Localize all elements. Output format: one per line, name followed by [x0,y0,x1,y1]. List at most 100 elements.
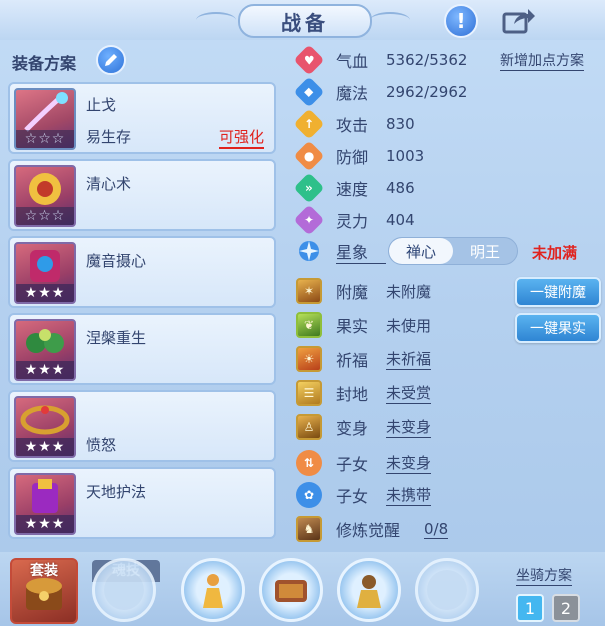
exclamation-icon: ! [456,9,466,33]
stat-name: 速度 [336,180,369,199]
defense-icon: ● [293,140,325,172]
stat-value: 830 [386,115,415,133]
mount-scheme-2-button[interactable]: 2 [552,594,580,622]
awaken-row: ♞ 修炼觉醒 0/8 [296,515,449,543]
title-ornament-right [370,12,410,28]
child-transform-icon: ⇅ [296,450,322,476]
spirit-icon: ✦ [293,204,325,236]
soul-skill-slot-empty-1[interactable] [92,558,156,622]
empty-slot-icon [427,570,467,610]
awaken-label: 修炼觉醒 [336,521,401,540]
attack-icon: ↑ [293,108,325,140]
enchant-icon: ✶ [296,278,322,304]
stat-row-spirit: ✦ 灵力 404 [293,204,415,236]
speed-icon: » [293,172,325,204]
equipment-card-3[interactable]: ★★★ 魔音摄心 [8,236,276,308]
edit-scheme-button[interactable] [96,45,126,75]
buff-row-fief: ☰ 封地 未受赏 [296,379,432,407]
suit-label: 套装 [30,563,58,579]
soul-skill-slot-empty-2[interactable] [415,558,479,622]
buff-row-fruit: ❦ 果实 未使用 [296,311,431,339]
equipment-card-6[interactable]: ★★★ 天地护法 [8,467,276,539]
warrior-figure-icon [357,575,381,608]
one-click-fruit-button[interactable]: 一键果实 [515,313,601,343]
buff-value[interactable]: 未变身 [386,416,432,438]
child-label: 子女 [336,455,369,474]
toggle-option-chanxin[interactable]: 禅心 [389,238,453,264]
mount-scheme-1-button[interactable]: 1 [516,594,544,622]
buff-value: 未使用 [386,316,432,335]
equipment-icon-zhige: ☆☆☆ [14,88,76,150]
monk-figure-icon [203,574,223,608]
soul-skill-slot-scroll[interactable] [259,558,323,622]
title-ornament-left [196,12,236,28]
star-rating: ★★★ [16,438,74,456]
page-title: 战备 [238,4,372,38]
add-points-scheme-link[interactable]: 新增加点方案 [500,50,584,71]
awaken-icon: ♞ [296,516,322,542]
heart-icon: ♥ [293,44,325,76]
upgradeable-tag[interactable]: 可强化 [218,126,264,149]
buff-row-enchant: ✶ 附魔 未附魔 [296,277,431,305]
buff-value[interactable]: 未受赏 [386,382,432,404]
child-value[interactable]: 未携带 [386,484,432,506]
equipment-icon-qingxinshu: ☆☆☆ [14,165,76,227]
child-row-2: ✿ 子女 未携带 [296,481,432,509]
empty-slot-icon [104,570,144,610]
star-rating: ★★★ [16,284,74,302]
toggle-option-mingwang[interactable]: 明王 [453,238,517,264]
stat-name: 气血 [336,52,369,71]
star-rating: ☆☆☆ [16,130,74,148]
fruit-icon: ❦ [296,312,322,338]
awaken-progress[interactable]: 0/8 [424,520,449,539]
fief-scroll-icon: ☰ [296,380,322,406]
stat-row-hp: ♥ 气血 5362/5362 [293,44,468,76]
equipment-card-5[interactable]: ★★★ 愤怒 [8,390,276,462]
constellation-status: 未加满 [532,244,578,262]
stat-name: 魔法 [336,84,369,103]
soul-skill-slot-monk[interactable] [181,558,245,622]
equipment-trait: 易生存 [86,128,132,146]
equipment-name: 愤怒 [86,436,117,454]
share-icon [502,9,535,34]
equipment-card-4[interactable]: ★★★ 涅槃重生 [8,313,276,385]
soul-skill-slot-warrior[interactable] [337,558,401,622]
equipment-scheme-label: 装备方案 [12,54,77,73]
star-rating: ★★★ [16,515,74,533]
paw-icon: ✿ [296,482,322,508]
stat-value: 5362/5362 [386,51,468,69]
equipment-icon-tiandihufa: ★★★ [14,473,76,535]
transform-icon: ♙ [296,414,322,440]
stat-value: 1003 [386,147,425,165]
equipment-name: 魔音摄心 [86,252,147,270]
equipment-card-2[interactable]: ☆☆☆ 清心术 [8,159,276,231]
equipment-name: 天地护法 [86,483,147,501]
stat-row-defense: ● 防御 1003 [293,140,425,172]
constellation-toggle[interactable]: 禅心 明王 [388,237,518,265]
stat-row-speed: » 速度 486 [293,172,415,204]
child-value[interactable]: 未变身 [386,452,432,474]
mount-scheme-label[interactable]: 坐骑方案 [516,565,572,586]
buff-name: 变身 [336,419,369,438]
buff-name: 祈福 [336,351,369,370]
equipment-icon-fennu: ★★★ [14,396,76,458]
stat-name: 攻击 [336,116,369,135]
equipment-icon-moyinshexin: ★★★ [14,242,76,304]
buff-value[interactable]: 未祈福 [386,348,432,370]
equipment-name: 止戈 [86,96,117,114]
buff-name: 附魔 [336,283,369,302]
stat-name: 灵力 [336,212,369,231]
constellation-row: 星象 [296,237,386,265]
scroll-icon [275,580,307,602]
info-button[interactable]: ! [444,4,478,38]
constellation-label[interactable]: 星象 [336,239,386,264]
share-button[interactable] [502,4,536,38]
one-click-enchant-button[interactable]: 一键附魔 [515,277,601,307]
child-label: 子女 [336,487,369,506]
equipment-card-1[interactable]: ☆☆☆ 止戈 易生存 可强化 [8,82,276,154]
top-header: 战备 ! [0,0,605,40]
equipment-name: 清心术 [86,175,132,193]
child-row-1: ⇅ 子女 未变身 [296,449,432,477]
buff-row-transform: ♙ 变身 未变身 [296,413,432,441]
stat-row-attack: ↑ 攻击 830 [293,108,415,140]
